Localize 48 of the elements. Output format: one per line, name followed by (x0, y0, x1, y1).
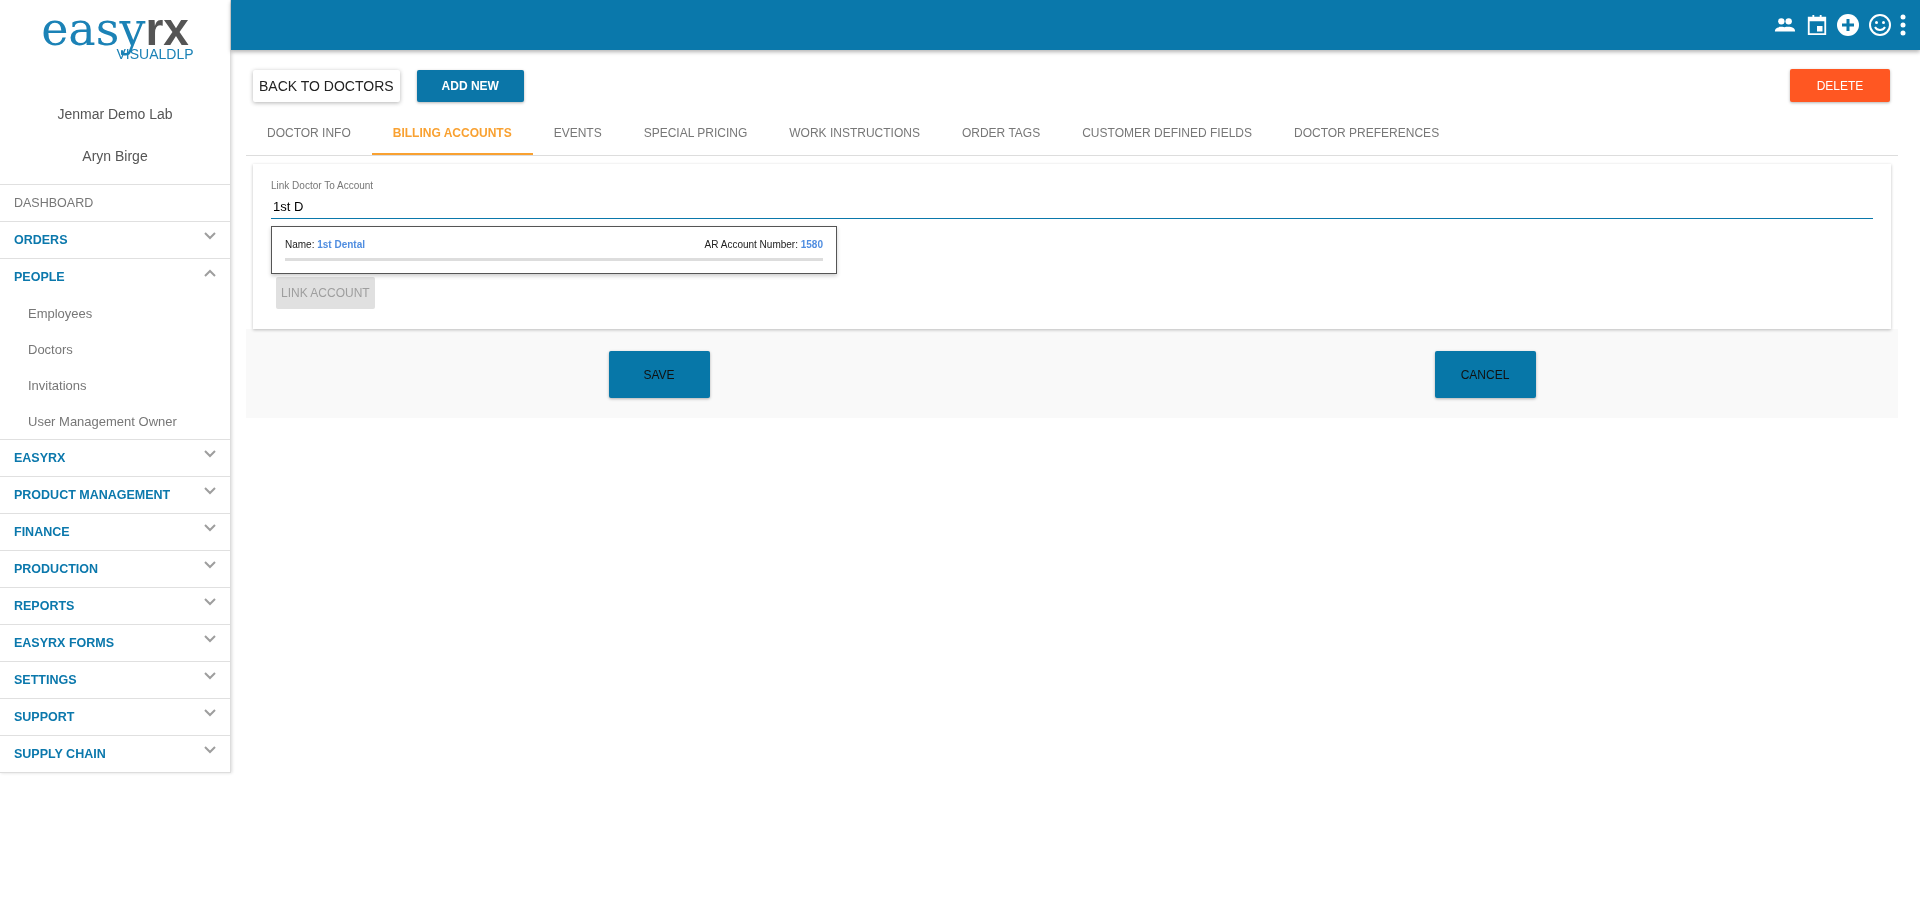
chevron-icon (204, 524, 216, 532)
suggestion-name[interactable]: Name: 1st Dental (285, 239, 366, 250)
chevron-icon (204, 232, 216, 240)
chevron-icon (204, 598, 216, 606)
tab[interactable]: CUSTOMER DEFINED FIELDS (1061, 112, 1273, 155)
sidebar-section[interactable]: ORDERS (0, 221, 230, 258)
sidebar-section[interactable]: FINANCE (0, 513, 230, 550)
sidebar-section[interactable]: SUPPORT (0, 698, 230, 735)
user-name: Aryn Birge (82, 148, 148, 164)
chevron-icon (204, 635, 216, 643)
chevron-icon (204, 561, 216, 569)
sidebar-section[interactable]: SETTINGS (0, 661, 230, 698)
chevron-icon (204, 709, 216, 717)
sidebar-section[interactable]: EASYRX (0, 439, 230, 476)
tab[interactable]: DOCTOR INFO (246, 112, 372, 155)
sidebar-section[interactable]: PRODUCT MANAGEMENT (0, 476, 230, 513)
chevron-icon (204, 672, 216, 680)
back-button[interactable]: BACK TO DOCTORS (253, 69, 400, 102)
sidebar-section[interactable]: SUPPLY CHAIN (0, 735, 230, 773)
tab[interactable]: ORDER TAGS (940, 112, 1062, 155)
chevron-icon (204, 487, 216, 495)
smiley-icon[interactable] (1868, 13, 1892, 37)
more-icon[interactable] (1900, 14, 1906, 36)
tab[interactable]: EVENTS (532, 112, 623, 155)
tab[interactable]: DOCTOR PREFERENCES (1273, 112, 1461, 155)
tab[interactable]: WORK INSTRUCTIONS (768, 112, 941, 155)
chevron-icon (204, 269, 216, 277)
lab-name: Jenmar Demo Lab (57, 106, 173, 122)
chevron-icon (204, 450, 216, 458)
suggestion-account-number[interactable]: AR Account Number: 1580 (704, 239, 823, 250)
sidebar-section[interactable]: PEOPLE (0, 258, 230, 295)
tab[interactable]: SPECIAL PRICING (622, 112, 769, 155)
delete-button[interactable]: DELETE (1790, 69, 1890, 102)
chevron-icon (204, 746, 216, 754)
cancel-button[interactable]: CANCEL (1434, 351, 1536, 398)
sidebar-section[interactable]: REPORTS (0, 587, 230, 624)
sidebar-subitem[interactable]: Invitations (0, 367, 230, 403)
field-label: Link Doctor To Account (271, 180, 375, 191)
sidebar-section[interactable]: PRODUCTION (0, 550, 230, 587)
sidebar-subitem[interactable]: Doctors (0, 331, 230, 367)
calendar-icon[interactable] (1806, 13, 1828, 37)
sidebar-subitem[interactable]: User Management Owner (0, 403, 230, 439)
sidebar-section[interactable]: EASYRX FORMS (0, 624, 230, 661)
sidebar-subitem[interactable]: Employees (0, 295, 230, 331)
sidebar-item[interactable]: DASHBOARD (0, 184, 230, 221)
add-new-button[interactable]: ADD NEW (416, 69, 524, 102)
plus-circle-icon[interactable] (1836, 13, 1860, 37)
save-button[interactable]: SAVE (608, 351, 710, 398)
